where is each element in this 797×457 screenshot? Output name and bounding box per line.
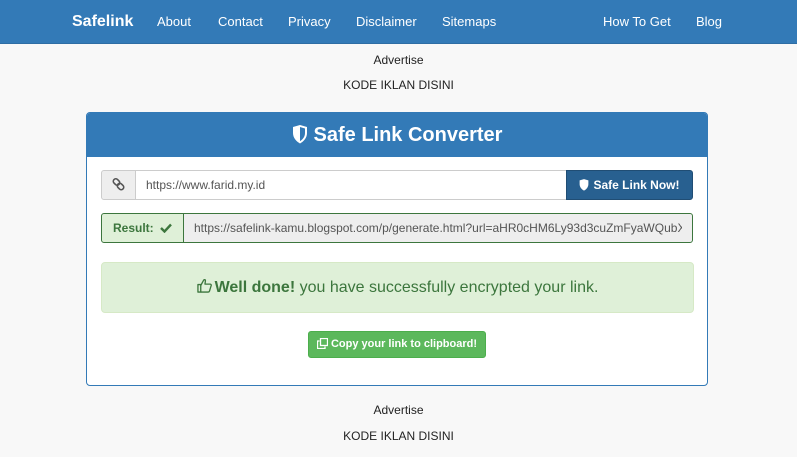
- converter-panel: Safe Link Converter Safe Link Now! Resul…: [86, 112, 708, 386]
- nav-sitemaps[interactable]: Sitemaps: [442, 0, 496, 44]
- copy-icon: [316, 337, 329, 350]
- nav-privacy[interactable]: Privacy: [288, 0, 331, 44]
- result-input-group: Result:: [101, 213, 693, 243]
- nav-about[interactable]: About: [157, 0, 191, 44]
- nav-disclaimer[interactable]: Disclaimer: [356, 0, 417, 44]
- link-icon: [112, 177, 125, 191]
- nav-blog[interactable]: Blog: [696, 0, 722, 44]
- safe-link-now-button[interactable]: Safe Link Now!: [566, 170, 693, 200]
- advertise-label-top: Advertise: [373, 53, 424, 67]
- result-addon: Result:: [101, 213, 184, 243]
- panel-heading: Safe Link Converter: [87, 113, 707, 157]
- url-input-group: Safe Link Now!: [101, 170, 693, 200]
- safe-link-now-label: Safe Link Now!: [593, 178, 680, 192]
- nav-how-to-get[interactable]: How To Get: [603, 0, 671, 44]
- alert-strong: Well done!: [214, 279, 296, 296]
- brand-link[interactable]: Safelink: [72, 0, 133, 44]
- advertise-label-bottom: Advertise: [373, 403, 424, 417]
- check-icon: [160, 223, 172, 234]
- ad-code-bottom: KODE IKLAN DISINI: [343, 429, 454, 443]
- result-label: Result:: [112, 221, 154, 235]
- panel-title: Safe Link Converter: [313, 124, 503, 146]
- alert-text: you have successfully encrypted your lin…: [295, 279, 599, 296]
- result-url-field[interactable]: [183, 213, 693, 243]
- copy-button-label: Copy your link to clipboard!: [330, 338, 478, 350]
- link-addon: [101, 170, 136, 200]
- url-input[interactable]: [135, 170, 567, 200]
- thumbs-up-icon: [196, 279, 212, 293]
- nav-contact[interactable]: Contact: [218, 0, 263, 44]
- shield-icon: [292, 125, 307, 144]
- success-alert: Well done! you have successfully encrypt…: [101, 262, 694, 313]
- copy-to-clipboard-button[interactable]: Copy your link to clipboard!: [308, 331, 486, 358]
- shield-icon: [580, 179, 589, 191]
- navbar: Safelink About Contact Privacy Disclaime…: [0, 0, 797, 44]
- ad-code-top: KODE IKLAN DISINI: [343, 78, 454, 92]
